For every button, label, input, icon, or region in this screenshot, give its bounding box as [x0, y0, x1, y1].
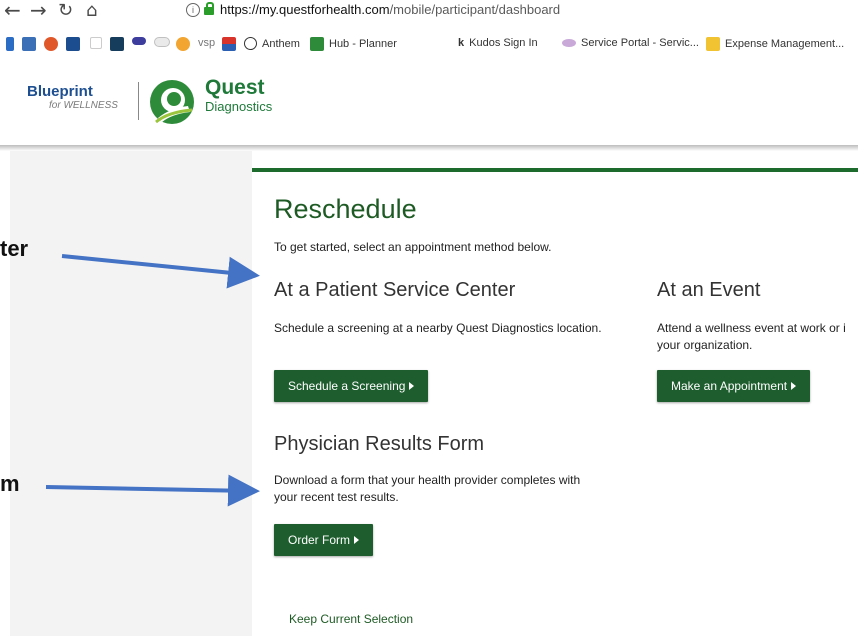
arrow-to-physician-form [45, 474, 260, 507]
annotation-arrows [45, 254, 260, 507]
arrow-to-patient-center [61, 254, 260, 289]
